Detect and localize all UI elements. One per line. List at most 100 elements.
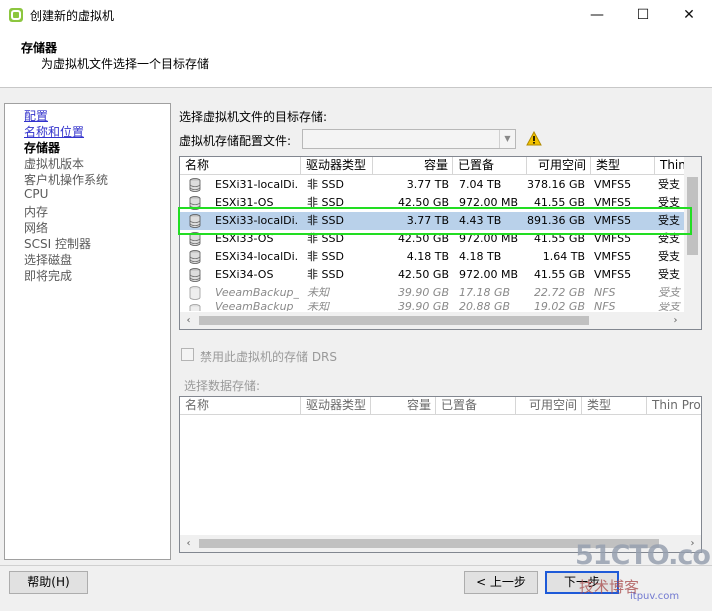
- cell-name: VeeamBackup_...: [215, 286, 299, 299]
- cell-thin: 受支: [658, 302, 680, 311]
- section-label: 选择虚拟机文件的目标存储:: [179, 110, 328, 124]
- column-header-capacity[interactable]: 容量: [373, 157, 453, 175]
- horizontal-scrollbar[interactable]: ‹ ›: [180, 312, 701, 329]
- datastore-table-header: 名称 驱动器类型 容量 已置备 可用空间 类型 Thin Provis: [180, 397, 701, 415]
- cell-capacity: 42.50 GB: [397, 268, 449, 281]
- horizontal-scrollbar[interactable]: ‹ ›: [180, 535, 701, 552]
- cell-free-space: 41.55 GB: [533, 268, 585, 281]
- cell-provisioned: 972.00 MB: [459, 268, 519, 281]
- step-memory: 内存: [24, 205, 49, 219]
- scroll-right-icon[interactable]: ›: [667, 312, 684, 329]
- column-header-drive-type[interactable]: 驱动器类型: [301, 157, 373, 175]
- cell-type: VMFS5: [594, 178, 632, 191]
- step-config-link[interactable]: 配置: [24, 107, 48, 124]
- cell-capacity: 4.18 TB: [406, 250, 449, 263]
- storage-table: 名称 驱动器类型 容量 已置备 可用空间 类型 Thin P ESXi31-lo…: [179, 156, 702, 330]
- scroll-left-icon[interactable]: ‹: [180, 535, 197, 552]
- table-row-inaccessible[interactable]: VeeamBackup_... 未知 39.90 GB 17.18 GB 22.…: [180, 284, 685, 302]
- datastore-icon: [189, 304, 201, 311]
- cell-free-space: 22.72 GB: [533, 286, 585, 299]
- column-header-provisioned[interactable]: 已置备: [453, 157, 527, 175]
- window-title: 创建新的虚拟机: [30, 9, 115, 23]
- datastore-icon: [189, 178, 201, 192]
- cell-provisioned: 20.88 GB: [459, 302, 511, 311]
- storage-profile-label: 虚拟机存储配置文件:: [179, 134, 292, 148]
- cell-type: VMFS5: [594, 250, 632, 263]
- warning-triangle-icon: [526, 131, 542, 146]
- column-header-free-space[interactable]: 可用空间: [527, 157, 591, 175]
- step-ready-to-complete: 即将完成: [24, 269, 73, 283]
- storage-profile-select[interactable]: ▼: [302, 129, 516, 149]
- select-datastore-label: 选择数据存储:: [184, 379, 261, 393]
- table-row-inaccessible[interactable]: VeeamBackup_... 未知 39.90 GB 20.88 GB 19.…: [180, 302, 685, 311]
- cell-drive-type: 未知: [307, 286, 329, 299]
- step-name-location-link[interactable]: 名称和位置: [24, 123, 84, 140]
- cell-name: ESXi34-localDi...: [215, 250, 299, 263]
- vsphere-logo-icon: [9, 8, 23, 22]
- table-row[interactable]: ESXi31-localDi... 非 SSD 3.77 TB 7.04 TB …: [180, 176, 685, 194]
- table-row[interactable]: ESXi34-OS 非 SSD 42.50 GB 972.00 MB 41.55…: [180, 266, 685, 284]
- cell-capacity: 39.90 GB: [397, 302, 449, 311]
- next-button[interactable]: 下一步: [545, 571, 619, 594]
- disable-drs-label: 禁用此虚拟机的存储 DRS: [200, 350, 338, 364]
- title-bar: 创建新的虚拟机 — ☐ ✕: [0, 0, 712, 30]
- step-scsi-controller: SCSI 控制器: [24, 237, 91, 251]
- step-select-disk: 选择磁盘: [24, 253, 73, 267]
- cell-drive-type: 非 SSD: [307, 178, 344, 191]
- minimize-button[interactable]: —: [574, 0, 620, 30]
- wizard-header: 存储器 为虚拟机文件选择一个目标存储: [0, 30, 712, 88]
- disable-drs-checkbox[interactable]: [181, 348, 194, 361]
- cell-provisioned: 4.18 TB: [459, 250, 502, 263]
- column-header-name[interactable]: 名称: [180, 157, 301, 175]
- page-title: 存储器: [21, 41, 58, 55]
- cell-free-space: 19.02 GB: [533, 302, 585, 311]
- chevron-down-icon[interactable]: ▼: [499, 130, 515, 148]
- column-header-name[interactable]: 名称: [180, 397, 301, 415]
- cell-thin: 受支: [658, 250, 680, 263]
- datastore-table: 名称 驱动器类型 容量 已置备 可用空间 类型 Thin Provis ‹ ›: [179, 396, 702, 553]
- cell-provisioned: 17.18 GB: [459, 286, 511, 299]
- cell-type: VMFS5: [594, 268, 632, 281]
- step-network: 网络: [24, 221, 49, 235]
- help-button[interactable]: 帮助(H): [9, 571, 88, 594]
- cell-name: ESXi31-localDi...: [215, 178, 299, 191]
- footer-divider: [0, 565, 712, 566]
- column-header-free-space[interactable]: 可用空间: [516, 397, 582, 415]
- cell-type: NFS: [594, 286, 616, 299]
- wizard-steps-panel: 配置 名称和位置 存储器 虚拟机版本 客户机操作系统 CPU 内存 网络 SCS…: [4, 103, 171, 560]
- page-subtitle: 为虚拟机文件选择一个目标存储: [41, 57, 210, 71]
- step-cpu: CPU: [24, 187, 49, 201]
- column-header-type[interactable]: 类型: [591, 157, 655, 175]
- datastore-icon: [189, 268, 201, 282]
- column-header-provisioned[interactable]: 已置备: [436, 397, 516, 415]
- close-button[interactable]: ✕: [666, 0, 712, 30]
- column-header-drive-type[interactable]: 驱动器类型: [301, 397, 371, 415]
- column-header-type[interactable]: 类型: [582, 397, 647, 415]
- table-row[interactable]: ESXi34-localDi... 非 SSD 4.18 TB 4.18 TB …: [180, 248, 685, 266]
- step-storage-current: 存储器: [24, 141, 61, 155]
- cell-capacity: 39.90 GB: [397, 286, 449, 299]
- cell-drive-type: 非 SSD: [307, 268, 344, 281]
- cell-free-space: 1.64 TB: [542, 250, 585, 263]
- column-header-capacity[interactable]: 容量: [371, 397, 436, 415]
- column-header-thin-provisioning[interactable]: Thin Provis: [647, 397, 701, 415]
- cell-drive-type: 未知: [307, 302, 329, 311]
- scroll-thumb[interactable]: [199, 539, 659, 548]
- cell-free-space: 378.16 GB: [527, 178, 585, 191]
- storage-table-header: 名称 驱动器类型 容量 已置备 可用空间 类型 Thin P: [180, 157, 695, 175]
- cell-capacity: 3.77 TB: [406, 178, 449, 191]
- datastore-icon: [189, 250, 201, 264]
- step-vm-version: 虚拟机版本: [24, 157, 85, 171]
- cell-thin: 受支: [658, 286, 680, 299]
- scroll-thumb[interactable]: [199, 316, 589, 325]
- cell-thin: 受支: [658, 268, 680, 281]
- cell-name: VeeamBackup_...: [215, 302, 299, 311]
- cell-name: ESXi34-OS: [215, 268, 274, 281]
- scroll-right-icon[interactable]: ›: [684, 535, 701, 552]
- datastore-icon: [189, 286, 201, 300]
- scroll-left-icon[interactable]: ‹: [180, 312, 197, 329]
- maximize-button[interactable]: ☐: [620, 0, 666, 30]
- back-button[interactable]: < 上一步: [464, 571, 538, 594]
- selection-highlight-box: [178, 207, 692, 235]
- cell-drive-type: 非 SSD: [307, 250, 344, 263]
